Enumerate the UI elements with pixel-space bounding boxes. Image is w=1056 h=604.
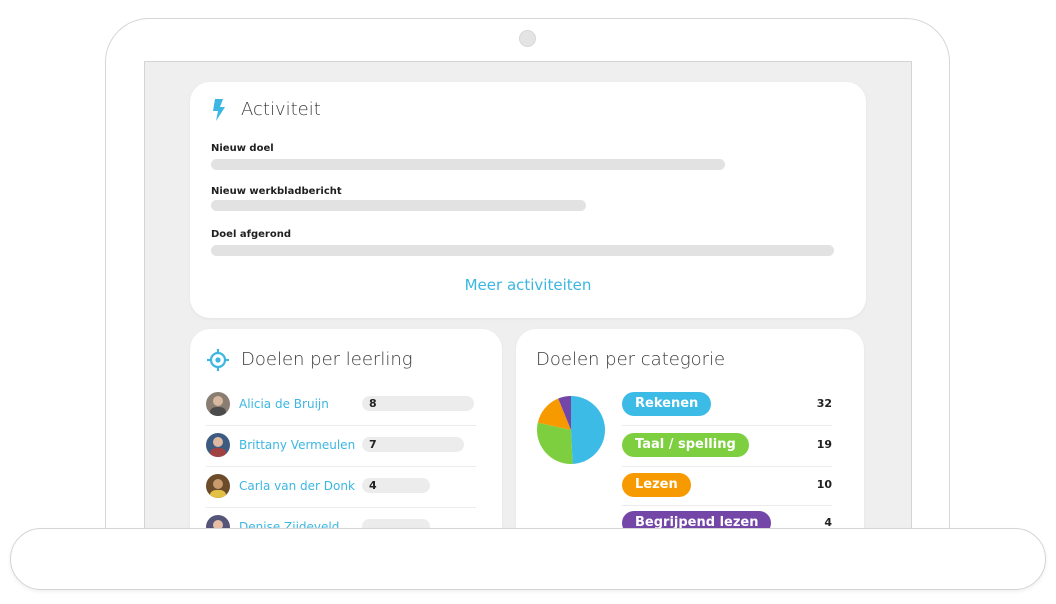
row-divider <box>622 425 832 426</box>
laptop-base <box>10 528 1046 590</box>
activity-item-label: Nieuw werkbladbericht <box>211 186 342 197</box>
student-goal-count: 8 <box>369 397 377 410</box>
avatar <box>206 392 230 416</box>
student-row[interactable]: Brittany Vermeulen 7 <box>206 433 476 459</box>
category-count: 10 <box>816 478 832 491</box>
student-name[interactable]: Alicia de Bruijn <box>239 397 329 411</box>
activity-placeholder-bar <box>211 245 834 256</box>
student-goal-count: 4 <box>369 479 377 492</box>
activity-title: Activiteit <box>241 99 321 120</box>
target-icon <box>207 349 229 371</box>
categories-title: Doelen per categorie <box>536 349 726 370</box>
row-divider <box>206 466 476 467</box>
pie-slice-rekenen <box>571 396 605 464</box>
activity-placeholder-bar <box>211 159 725 170</box>
student-goal-bar: 7 <box>362 437 464 452</box>
category-count: 32 <box>816 397 832 410</box>
laptop-camera <box>519 30 536 47</box>
activity-item-label: Doel afgerond <box>211 229 291 240</box>
avatar <box>206 474 230 498</box>
student-goal-count: 7 <box>369 438 377 451</box>
category-badge[interactable]: Lezen <box>622 473 691 497</box>
student-row[interactable]: Alicia de Bruijn 8 <box>206 392 476 418</box>
category-row: Rekenen 32 <box>622 392 832 418</box>
student-name[interactable]: Carla van der Donk <box>239 479 355 493</box>
category-pie-chart <box>537 396 605 464</box>
row-divider <box>206 507 476 508</box>
category-badge[interactable]: Taal / spelling <box>622 433 749 457</box>
category-row: Lezen 10 <box>622 473 832 499</box>
avatar <box>206 433 230 457</box>
student-name[interactable]: Brittany Vermeulen <box>239 438 355 452</box>
activity-item-label: Nieuw doel <box>211 143 274 154</box>
student-goal-bar: 8 <box>362 396 474 411</box>
bolt-icon <box>213 99 225 121</box>
categories-card: Doelen per categorie Rekenen 32 Taal / s… <box>516 329 864 540</box>
category-row: Taal / spelling 19 <box>622 433 832 459</box>
student-row[interactable]: Carla van der Donk 4 <box>206 474 476 500</box>
students-title: Doelen per leerling <box>241 349 413 370</box>
category-count: 19 <box>816 438 832 451</box>
activity-placeholder-bar <box>211 200 586 211</box>
row-divider <box>622 466 832 467</box>
row-divider <box>622 505 832 506</box>
more-activities-link[interactable]: Meer activiteiten <box>190 276 866 294</box>
student-goal-bar: 4 <box>362 478 430 493</box>
students-card: Doelen per leerling Alicia de Bruijn 8 B… <box>190 329 502 540</box>
row-divider <box>206 425 476 426</box>
category-badge[interactable]: Rekenen <box>622 392 712 416</box>
laptop-screen: Activiteit Nieuw doel Nieuw werkbladberi… <box>144 61 912 541</box>
activity-card: Activiteit Nieuw doel Nieuw werkbladberi… <box>190 82 866 318</box>
